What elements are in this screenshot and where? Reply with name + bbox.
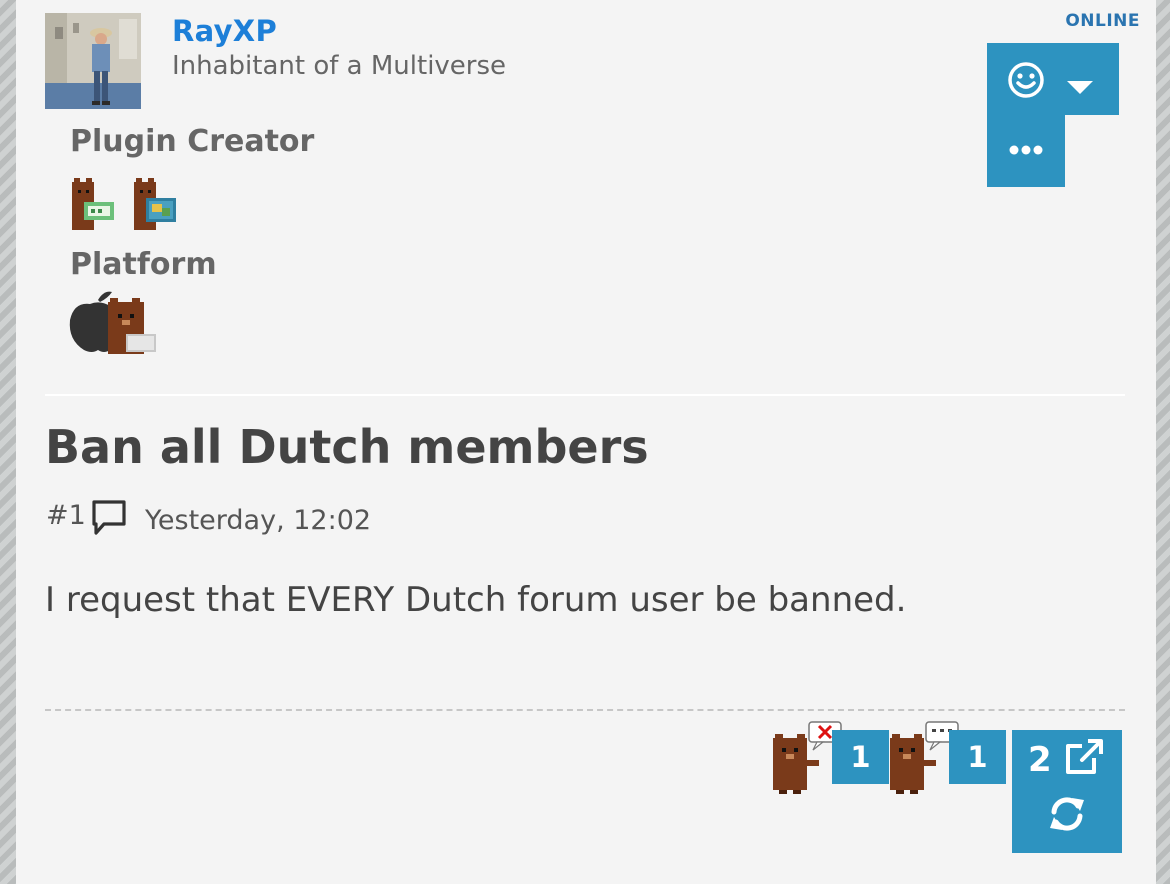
thread-title: Ban all Dutch members [45, 420, 649, 474]
bear-plugin-badge-icon[interactable] [70, 178, 116, 232]
username-link[interactable]: RayXP [172, 14, 277, 48]
online-status-badge: ONLINE [1065, 11, 1140, 31]
page-background-left [0, 0, 16, 884]
share-button[interactable]: 2 [1012, 730, 1122, 853]
reaction-count-disagree[interactable]: 1 [832, 730, 889, 784]
post-footer-divider [45, 709, 1125, 711]
post-number-link[interactable]: #1 [46, 500, 86, 531]
share-count: 2 [1028, 740, 1052, 780]
speech-bubble-icon[interactable] [90, 499, 128, 537]
react-menu-button[interactable] [987, 43, 1119, 115]
smiley-icon [1008, 62, 1044, 98]
post-timestamp[interactable]: Yesterday, 12:02 [145, 505, 371, 536]
avatar[interactable] [45, 13, 141, 109]
more-options-button[interactable] [987, 115, 1065, 187]
external-link-icon [1066, 739, 1103, 774]
group-label-platform: Platform [70, 247, 217, 282]
caret-down-icon [1067, 81, 1093, 94]
section-divider [45, 394, 1125, 396]
user-title: Inhabitant of a Multiverse [172, 51, 507, 81]
reaction-count-comment[interactable]: 1 [949, 730, 1006, 784]
post-message: I request that EVERY Dutch forum user be… [45, 580, 907, 620]
post-panel: RayXP Inhabitant of a Multiverse ONLINE … [16, 0, 1156, 884]
ellipsis-icon [1009, 145, 1043, 155]
bear-apple-badge-icon[interactable] [68, 288, 158, 356]
group-label-plugin-creator: Plugin Creator [70, 124, 315, 159]
page-background-right [1156, 0, 1170, 884]
refresh-icon[interactable] [1048, 794, 1086, 834]
bear-theme-badge-icon[interactable] [132, 178, 178, 232]
